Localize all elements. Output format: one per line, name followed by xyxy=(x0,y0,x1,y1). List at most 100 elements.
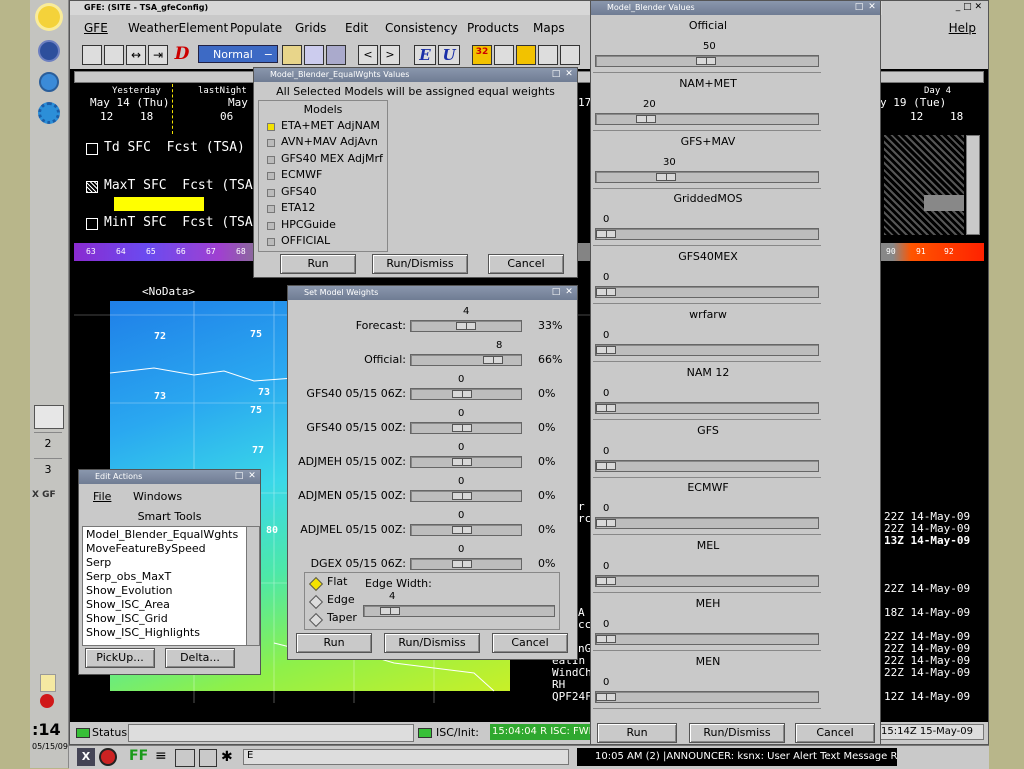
menu-weatherelement[interactable]: WeatherElement xyxy=(128,21,228,35)
menu-populate[interactable]: Populate xyxy=(230,21,282,35)
blender-titlebar[interactable]: Model_Blender Values □ ✕ xyxy=(591,1,880,15)
blender-slider-thumb[interactable] xyxy=(596,519,616,527)
model-checkbox-2[interactable] xyxy=(267,139,275,147)
blender-slider[interactable] xyxy=(595,286,819,298)
arrow-skip-icon[interactable]: ⇥ xyxy=(148,45,168,65)
blender-slider-thumb[interactable] xyxy=(596,288,616,296)
globe-icon[interactable] xyxy=(38,40,60,62)
weight-slider[interactable] xyxy=(410,320,522,332)
blender-slider-thumb[interactable] xyxy=(596,635,616,643)
blender-run-dismiss-button[interactable]: Run/Dismiss xyxy=(689,723,785,743)
arrow-both-icon[interactable]: ↔ xyxy=(126,45,146,65)
tool-item-7[interactable]: Show_ISC_Grid xyxy=(86,612,168,625)
blender-slider[interactable] xyxy=(595,228,819,240)
weight-slider-thumb[interactable] xyxy=(452,458,472,466)
edge-edge-radio[interactable] xyxy=(308,594,324,610)
weight-slider-thumb[interactable] xyxy=(452,492,472,500)
blender-slider-thumb[interactable] xyxy=(596,462,616,470)
d-button[interactable]: D xyxy=(172,44,192,64)
menu-consistency[interactable]: Consistency xyxy=(385,21,458,35)
maxt-selected-block[interactable] xyxy=(114,197,204,211)
weights-run-dismiss-button[interactable]: Run/Dismiss xyxy=(384,633,480,653)
menu-gfe[interactable]: GFE xyxy=(84,21,108,35)
mode-select[interactable]: Normal − xyxy=(198,45,278,63)
weight-slider-thumb[interactable] xyxy=(456,322,476,330)
delta-button[interactable]: Delta... xyxy=(165,648,235,668)
blender-slider[interactable] xyxy=(595,575,819,587)
weights-run-button[interactable]: Run xyxy=(296,633,372,653)
alert-icon[interactable] xyxy=(40,674,56,692)
blender-slider-thumb[interactable] xyxy=(596,230,616,238)
e-button[interactable]: E xyxy=(414,45,436,65)
blender-slider-thumb[interactable] xyxy=(596,577,616,585)
grid-scrollbar[interactable] xyxy=(966,135,980,235)
x-map-icon[interactable] xyxy=(304,45,324,65)
model-checkbox-7[interactable] xyxy=(267,222,275,230)
edge-width-slider[interactable] xyxy=(363,605,555,617)
weight-slider-thumb[interactable] xyxy=(452,560,472,568)
maximize-icon[interactable]: □ xyxy=(551,287,561,297)
gear-icon[interactable] xyxy=(38,102,60,124)
menu-edit[interactable]: Edit xyxy=(345,21,368,35)
close-icon[interactable]: ✕ xyxy=(564,69,574,79)
equal-weights-titlebar[interactable]: Model_Blender_EqualWghts Values □ ✕ xyxy=(254,68,577,82)
pickup-button[interactable]: PickUp... xyxy=(85,648,155,668)
weight-slider[interactable] xyxy=(410,388,522,400)
weight-slider-thumb[interactable] xyxy=(483,356,503,364)
blender-slider[interactable] xyxy=(595,344,819,356)
blender-slider-thumb[interactable] xyxy=(656,173,676,181)
weight-slider[interactable] xyxy=(410,422,522,434)
menu-grids[interactable]: Grids xyxy=(295,21,326,35)
task-gfe[interactable]: X GF xyxy=(32,488,68,502)
menu-products[interactable]: Products xyxy=(467,21,519,35)
weight-slider[interactable] xyxy=(410,524,522,536)
diamond-icon[interactable] xyxy=(282,45,302,65)
weight-slider[interactable] xyxy=(410,456,522,468)
next-icon[interactable]: > xyxy=(380,45,400,65)
weight-slider-thumb[interactable] xyxy=(452,526,472,534)
weight-slider[interactable] xyxy=(410,354,522,366)
target-icon[interactable] xyxy=(494,45,514,65)
set-weights-titlebar[interactable]: Set Model Weights □ ✕ xyxy=(288,286,577,300)
model-checkbox-6[interactable] xyxy=(267,205,275,213)
maximize-icon[interactable]: □ xyxy=(551,69,561,79)
u-button[interactable]: U xyxy=(438,45,460,65)
close-icon[interactable]: ✕ xyxy=(247,471,257,481)
prev-icon[interactable]: < xyxy=(358,45,378,65)
blender-slider[interactable] xyxy=(595,171,819,183)
menu-maps[interactable]: Maps xyxy=(533,21,565,35)
tool-item-2[interactable]: MoveFeatureBySpeed xyxy=(86,542,206,555)
model-checkbox-5[interactable] xyxy=(267,189,275,197)
grid-toggle-td[interactable] xyxy=(86,143,98,155)
blender-cancel-button[interactable]: Cancel xyxy=(795,723,875,743)
tool-item-8[interactable]: Show_ISC_Highlights xyxy=(86,626,200,639)
tool-item-5[interactable]: Show_Evolution xyxy=(86,584,172,597)
workspace-2[interactable]: 2 xyxy=(34,432,62,455)
edit-menu-windows[interactable]: Windows xyxy=(133,490,182,503)
edge-flat-radio[interactable] xyxy=(308,576,324,592)
smart-tools-list[interactable]: Model_Blender_EqualWghts MoveFeatureBySp… xyxy=(82,526,260,646)
workspace-3[interactable]: 3 xyxy=(34,458,62,481)
blender-slider[interactable] xyxy=(595,402,819,414)
blender-slider-thumb[interactable] xyxy=(636,115,656,123)
taskbar-ff[interactable]: FF xyxy=(129,748,151,766)
edge-taper-radio[interactable] xyxy=(308,612,324,628)
blender-slider-thumb[interactable] xyxy=(696,57,716,65)
blender-slider-thumb[interactable] xyxy=(596,346,616,354)
earth-icon[interactable] xyxy=(39,72,59,92)
number-32-button[interactable]: 32 xyxy=(472,45,492,65)
taskbar-menu-icon[interactable]: ≡ xyxy=(155,748,169,766)
save-icon[interactable] xyxy=(326,45,346,65)
maximize-icon[interactable]: □ xyxy=(234,471,244,481)
wave-icon[interactable] xyxy=(104,45,124,65)
grid-row-mint[interactable]: MinT SFC Fcst (TSA xyxy=(74,213,254,237)
blender-slider[interactable] xyxy=(595,633,819,645)
equal-cancel-button[interactable]: Cancel xyxy=(488,254,564,274)
cursor-icon[interactable] xyxy=(560,45,580,65)
model-checkbox-8[interactable] xyxy=(267,238,275,246)
sun-icon[interactable] xyxy=(38,6,60,28)
weights-cancel-button[interactable]: Cancel xyxy=(492,633,568,653)
tool-item-6[interactable]: Show_ISC_Area xyxy=(86,598,170,611)
status-field[interactable] xyxy=(128,724,414,742)
isc-value[interactable]: 15:04:04 R ISC: FWF xyxy=(490,724,590,740)
